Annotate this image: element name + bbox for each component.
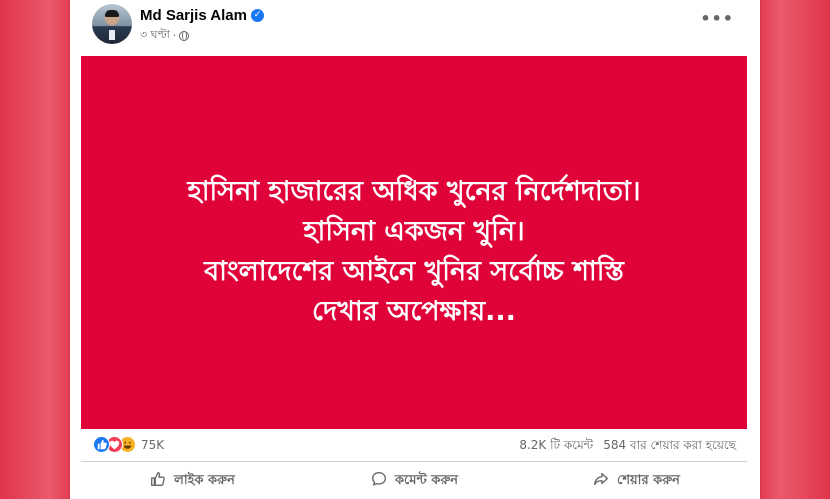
verified-badge-icon: ✓ <box>250 8 264 22</box>
meta-separator: · <box>172 29 177 42</box>
post-text-line: হাসিনা হাজারের অধিক খুনের নির্দেশদাতা। <box>187 175 641 207</box>
post-timestamp[interactable]: ৩ ঘণ্টা <box>140 26 170 45</box>
comment-button-label: কমেন্ট করুন <box>394 472 459 488</box>
comment-button[interactable]: কমেন্ট করুন <box>303 465 525 497</box>
post-text-line: হাসিনা একজন খুনি। <box>303 215 525 247</box>
like-reaction-icon <box>93 436 110 453</box>
comment-icon <box>370 470 388 492</box>
reaction-count: 75K <box>141 437 165 452</box>
author-avatar[interactable] <box>92 4 132 44</box>
comments-shares: 8.2K টি কমেন্ট 584 বার শেয়ার করা হয়েছে <box>519 437 736 457</box>
like-icon <box>149 470 167 492</box>
post-header: Md Sarjis Alam ✓ ৩ ঘণ্টা · ••• <box>70 0 760 52</box>
post-actions: লাইক করুন কমেন্ট করুন শেয়ার করুন <box>81 465 747 497</box>
like-button[interactable]: লাইক করুন <box>81 465 303 497</box>
globe-icon[interactable] <box>179 30 190 41</box>
post-card: Md Sarjis Alam ✓ ৩ ঘণ্টা · ••• হাসিনা হা… <box>70 0 760 499</box>
post-meta: ৩ ঘণ্টা · <box>140 26 190 45</box>
share-button-label: শেয়ার করুন <box>617 472 680 488</box>
reactions-summary[interactable]: 75K <box>93 436 164 453</box>
share-count-link[interactable]: 584 বার শেয়ার করা হয়েছে <box>603 437 736 457</box>
like-button-label: লাইক করুন <box>174 472 235 488</box>
post-image-text: হাসিনা হাজারের অধিক খুনের নির্দেশদাতা। হ… <box>188 172 641 332</box>
more-options-icon[interactable]: ••• <box>700 11 734 27</box>
post-stats: 75K 8.2K টি কমেন্ট 584 বার শেয়ার করা হয… <box>70 432 760 458</box>
post-text-line: দেখার অপেক্ষায়... <box>312 295 516 327</box>
action-divider <box>81 461 747 462</box>
post-text-line: বাংলাদেশের আইনে খুনির সর্বোচ্চ শাস্তি <box>204 255 624 287</box>
share-icon <box>592 470 610 492</box>
comment-count-link[interactable]: 8.2K টি কমেন্ট <box>519 437 593 457</box>
share-button[interactable]: শেয়ার করুন <box>525 465 747 497</box>
author-name-row: Md Sarjis Alam ✓ <box>140 5 264 25</box>
author-name[interactable]: Md Sarjis Alam <box>140 7 247 24</box>
post-image[interactable]: হাসিনা হাজারের অধিক খুনের নির্দেশদাতা। হ… <box>81 56 747 429</box>
